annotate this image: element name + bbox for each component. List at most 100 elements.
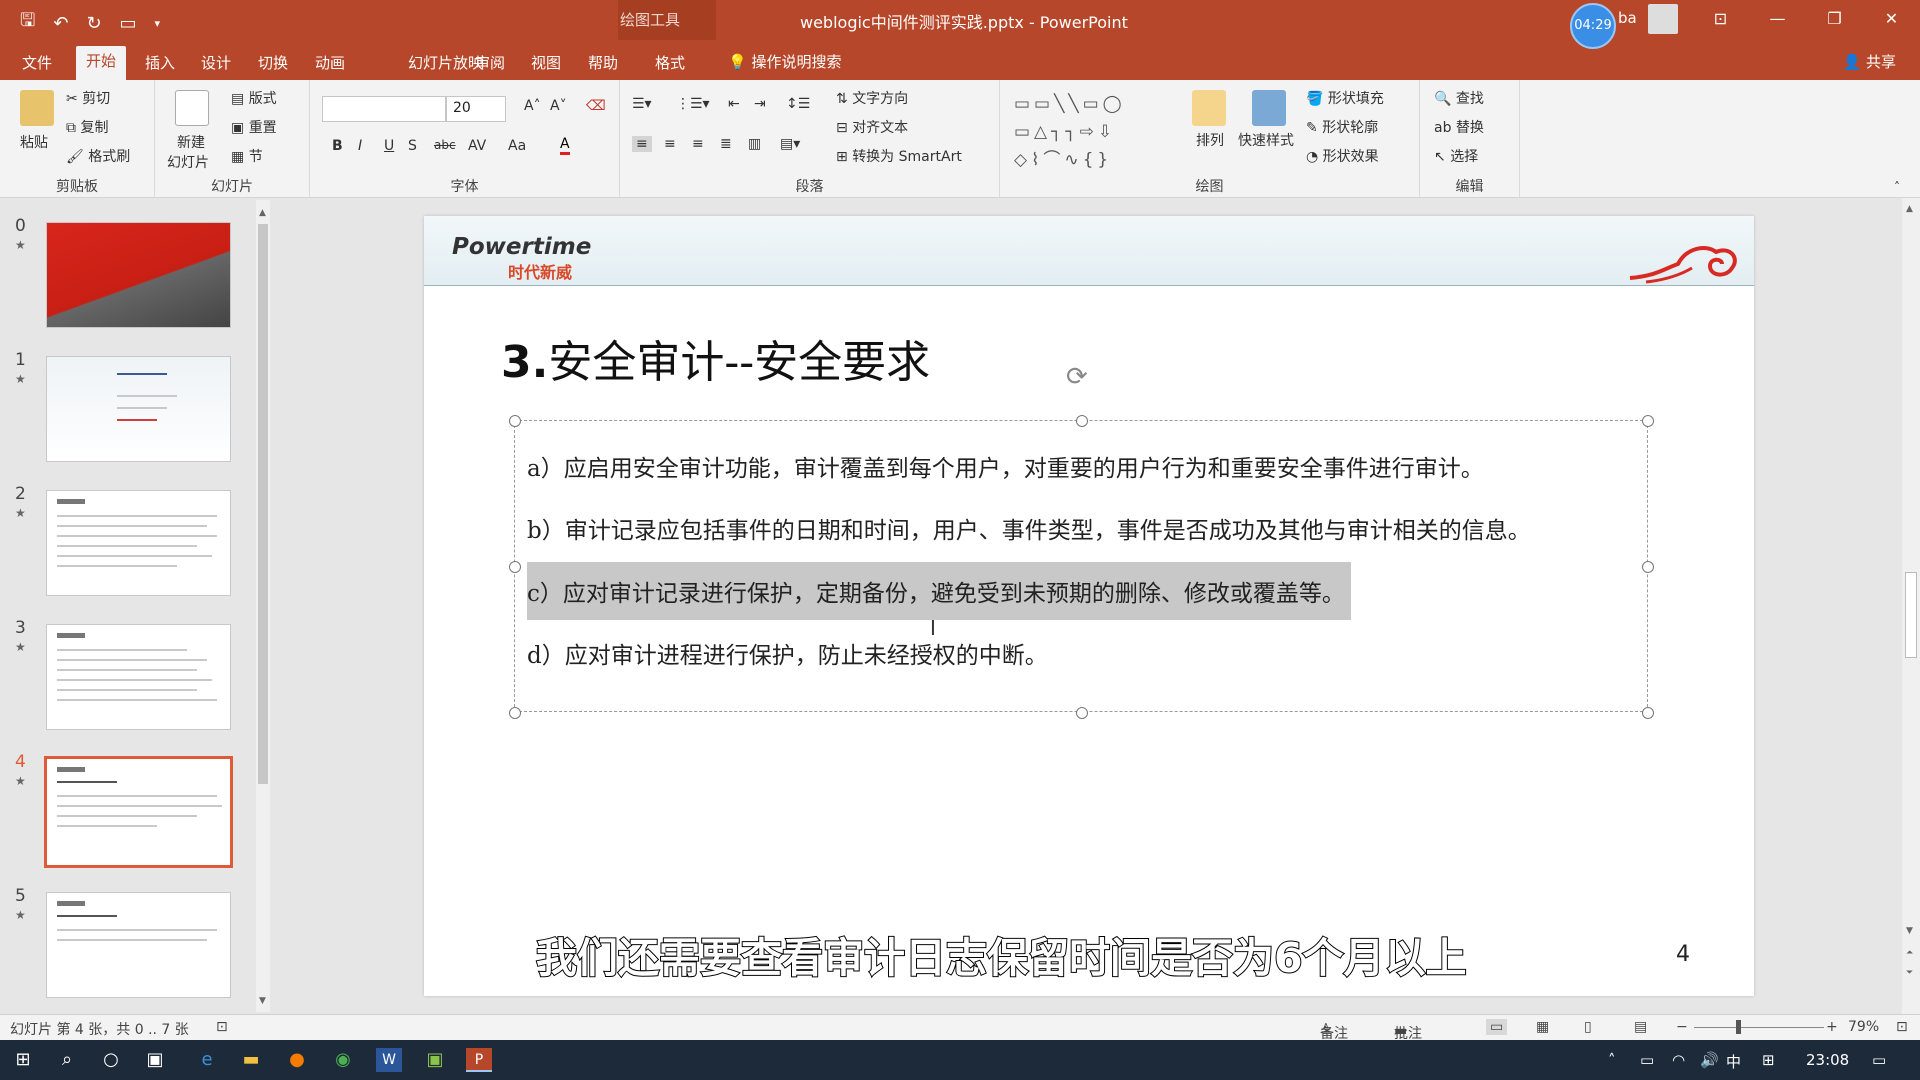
user-name[interactable]: ba: [1618, 9, 1637, 27]
section-button[interactable]: ▦ 节: [231, 146, 263, 166]
minimize-icon[interactable]: —: [1749, 0, 1806, 40]
tray-expand-icon[interactable]: ˄: [1608, 1051, 1616, 1069]
new-slide-icon[interactable]: [175, 90, 209, 126]
ime-indicator[interactable]: 中: [1726, 1051, 1741, 1072]
slideshow-view-icon[interactable]: ▤: [1634, 1019, 1647, 1035]
increase-indent-icon[interactable]: ⇥: [754, 96, 766, 112]
replace-button[interactable]: ab 替换: [1434, 117, 1484, 137]
font-size-box[interactable]: 20: [446, 96, 506, 122]
resize-handle[interactable]: [509, 561, 521, 573]
resize-handle[interactable]: [1642, 561, 1654, 573]
bullet-item-d[interactable]: d）应对审计进程进行保护，防止未经授权的中断。: [527, 636, 1048, 670]
columns-icon[interactable]: ▤▾: [780, 136, 800, 152]
normal-view-icon[interactable]: ▭: [1486, 1019, 1508, 1035]
scroll-thumb[interactable]: [1905, 572, 1917, 658]
zoom-level[interactable]: 79%: [1848, 1019, 1879, 1035]
decrease-indent-icon[interactable]: ⇤: [728, 96, 740, 112]
word-icon[interactable]: W: [376, 1048, 402, 1072]
paste-icon[interactable]: [20, 90, 54, 126]
bullet-item-b[interactable]: b）审计记录应包括事件的日期和时间，用户、事件类型，事件是否成功及其他与审计相关…: [527, 511, 1531, 545]
arrange-icon[interactable]: [1192, 90, 1226, 126]
share-button[interactable]: 👤 共享: [1843, 51, 1896, 72]
file-explorer-icon[interactable]: ▬: [238, 1048, 264, 1072]
grow-font-icon[interactable]: A˄: [524, 98, 541, 114]
cut-button[interactable]: ✂ 剪切: [66, 88, 110, 108]
font-name-box[interactable]: [322, 96, 446, 122]
tab-view[interactable]: 视图: [521, 48, 571, 77]
bold-icon[interactable]: B: [332, 138, 343, 154]
notification-icon[interactable]: ▭: [1872, 1051, 1886, 1069]
zoom-in-icon[interactable]: +: [1826, 1019, 1838, 1035]
shadow-icon[interactable]: S: [408, 138, 417, 154]
slide-sorter-icon[interactable]: ▦: [1536, 1019, 1549, 1035]
underline-icon[interactable]: U: [384, 138, 394, 154]
align-left-icon[interactable]: ≡: [632, 136, 652, 152]
shrink-font-icon[interactable]: A˅: [550, 98, 567, 114]
fit-to-window-icon[interactable]: ⊡: [1896, 1019, 1908, 1035]
scroll-down-icon[interactable]: ▼: [1906, 926, 1913, 936]
font-color-icon[interactable]: A: [560, 136, 570, 155]
clear-format-icon[interactable]: ⌫: [586, 98, 606, 114]
slide-canvas[interactable]: Powertime 时代新威 3.安全审计--安全要求 ⟳ a）应启用安全审计功…: [424, 216, 1754, 996]
shape-outline-button[interactable]: ✎ 形状轮廓: [1306, 117, 1378, 137]
powerpoint-icon[interactable]: P: [466, 1048, 492, 1072]
ribbon-display-options-icon[interactable]: ⊡: [1692, 0, 1749, 40]
char-spacing-icon[interactable]: AV: [468, 138, 486, 154]
scroll-thumb[interactable]: [258, 224, 268, 784]
save-icon[interactable]: 🖫: [20, 8, 35, 38]
tab-animations[interactable]: 动画: [305, 48, 355, 77]
next-slide-icon[interactable]: ⏷: [1906, 968, 1913, 978]
resize-handle[interactable]: [1642, 415, 1654, 427]
resize-handle[interactable]: [1642, 707, 1654, 719]
justify-icon[interactable]: ≣: [720, 136, 732, 152]
clock[interactable]: 23:08: [1806, 1051, 1849, 1069]
new-slide-dropdown[interactable]: 幻灯片: [167, 152, 209, 172]
chrome-icon[interactable]: ◉: [330, 1048, 356, 1072]
quick-styles-button[interactable]: 快速样式: [1238, 130, 1294, 150]
app-icon[interactable]: ▣: [422, 1048, 448, 1072]
tab-design[interactable]: 设计: [191, 48, 241, 77]
slide-thumbnail-4[interactable]: [44, 756, 233, 868]
resize-handle[interactable]: [509, 707, 521, 719]
tab-file[interactable]: 文件: [12, 48, 62, 77]
quick-styles-icon[interactable]: [1252, 90, 1286, 126]
strikethrough-icon[interactable]: abc: [434, 138, 456, 152]
tab-insert[interactable]: 插入: [135, 48, 185, 77]
previous-slide-icon[interactable]: ⏶: [1906, 948, 1913, 958]
thumbnail-scrollbar[interactable]: ▲ ▼: [256, 200, 270, 1012]
content-textbox[interactable]: a）应启用安全审计功能，审计覆盖到每个用户，对重要的用户行为和重要安全事件进行审…: [509, 415, 1654, 719]
battery-icon[interactable]: ▭: [1640, 1051, 1654, 1069]
edge-icon[interactable]: e: [194, 1048, 220, 1072]
scroll-down-icon[interactable]: ▼: [259, 996, 266, 1006]
tab-review[interactable]: 审阅: [465, 48, 515, 77]
resize-handle[interactable]: [1076, 707, 1088, 719]
slide-thumbnail-0[interactable]: [46, 222, 231, 328]
collapse-ribbon-icon[interactable]: ˄: [1894, 180, 1900, 194]
slideshow-icon[interactable]: ▭: [120, 13, 137, 34]
paste-button[interactable]: 粘贴: [20, 132, 48, 152]
tab-home[interactable]: 开始: [76, 46, 127, 80]
bullets-icon[interactable]: ☰▾: [632, 96, 652, 112]
tell-me-search[interactable]: 💡 操作说明搜索: [728, 51, 841, 72]
volume-icon[interactable]: 🔊: [1700, 1051, 1719, 1069]
shapes-gallery[interactable]: ▭▭╲╲▭◯ ▭△┐┐⇨⇩ ◇⌇⌒∿{}: [1014, 90, 1126, 174]
task-view-icon[interactable]: ▣: [142, 1048, 168, 1072]
shape-effects-button[interactable]: ◔ 形状效果: [1306, 146, 1379, 166]
network-icon[interactable]: ◠: [1672, 1051, 1685, 1069]
reset-button[interactable]: ▣ 重置: [231, 117, 277, 137]
smartart-button[interactable]: ⊞ 转换为 SmartArt: [836, 146, 962, 166]
format-painter-button[interactable]: 🖌 格式刷: [66, 146, 130, 166]
text-direction-button[interactable]: ⇅ 文字方向: [836, 88, 908, 108]
slide-thumbnail-3[interactable]: [46, 624, 231, 730]
tab-transitions[interactable]: 切换: [248, 48, 298, 77]
resize-handle[interactable]: [509, 415, 521, 427]
firefox-icon[interactable]: ●: [284, 1048, 310, 1072]
zoom-out-icon[interactable]: −: [1676, 1019, 1688, 1035]
numbering-icon[interactable]: ⋮☰▾: [676, 96, 710, 112]
cortana-icon[interactable]: ○: [98, 1048, 124, 1072]
italic-icon[interactable]: I: [358, 138, 362, 154]
accessibility-icon[interactable]: ⊡: [216, 1019, 228, 1035]
copy-button[interactable]: ⧉ 复制: [66, 117, 108, 137]
line-spacing-icon[interactable]: ↕☰: [786, 96, 810, 112]
slide-scrollbar[interactable]: ▲ ▼ ⏶ ⏷: [1902, 198, 1920, 1014]
